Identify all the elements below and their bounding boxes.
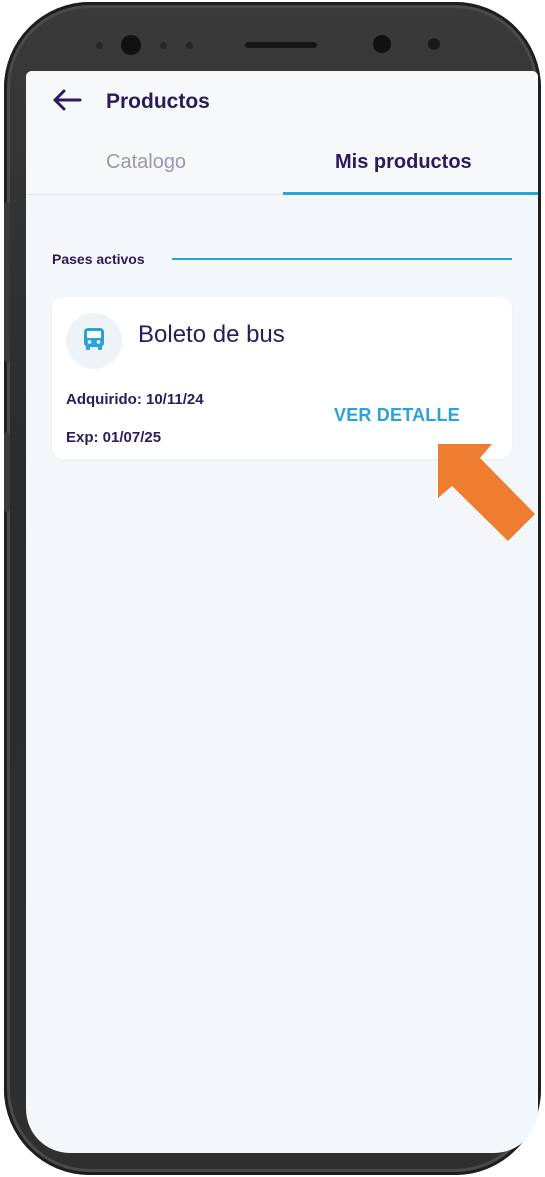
sensor-dot: [96, 42, 103, 49]
app-screen: Productos Catalogo Mis productos Pases a…: [26, 71, 538, 1153]
bus-icon-badge: [66, 313, 122, 369]
tab-mis-productos[interactable]: Mis productos: [335, 151, 472, 174]
front-camera: [121, 35, 141, 55]
page-title: Productos: [106, 90, 210, 113]
acquired-date: Adquirido: 10/11/24: [66, 391, 204, 408]
annotation-arrow-icon: [430, 436, 540, 546]
pass-card: Boleto de bus Adquirido: 10/11/24 Exp: 0…: [52, 297, 512, 459]
active-tab-indicator: [283, 192, 538, 195]
power-button: [4, 432, 10, 512]
arrow-left-icon: [52, 89, 82, 116]
top-bar: Productos Catalogo Mis productos: [26, 71, 538, 195]
earpiece-speaker: [245, 42, 317, 48]
expiry-date: Exp: 01/07/25: [66, 429, 162, 446]
back-button[interactable]: [50, 88, 84, 116]
bus-icon: [81, 326, 107, 357]
sensor-dot: [186, 42, 193, 49]
sensor-dot: [160, 42, 167, 49]
card-title: Boleto de bus: [138, 321, 285, 348]
volume-button: [4, 202, 10, 362]
tab-catalogo[interactable]: Catalogo: [106, 151, 186, 174]
section-heading: Pases activos: [52, 251, 145, 267]
sensor-dot: [428, 38, 440, 50]
phone-frame: Productos Catalogo Mis productos Pases a…: [4, 2, 541, 1175]
camera-lens: [373, 35, 391, 53]
section-divider: [172, 258, 512, 260]
view-detail-button[interactable]: VER DETALLE: [334, 405, 460, 426]
